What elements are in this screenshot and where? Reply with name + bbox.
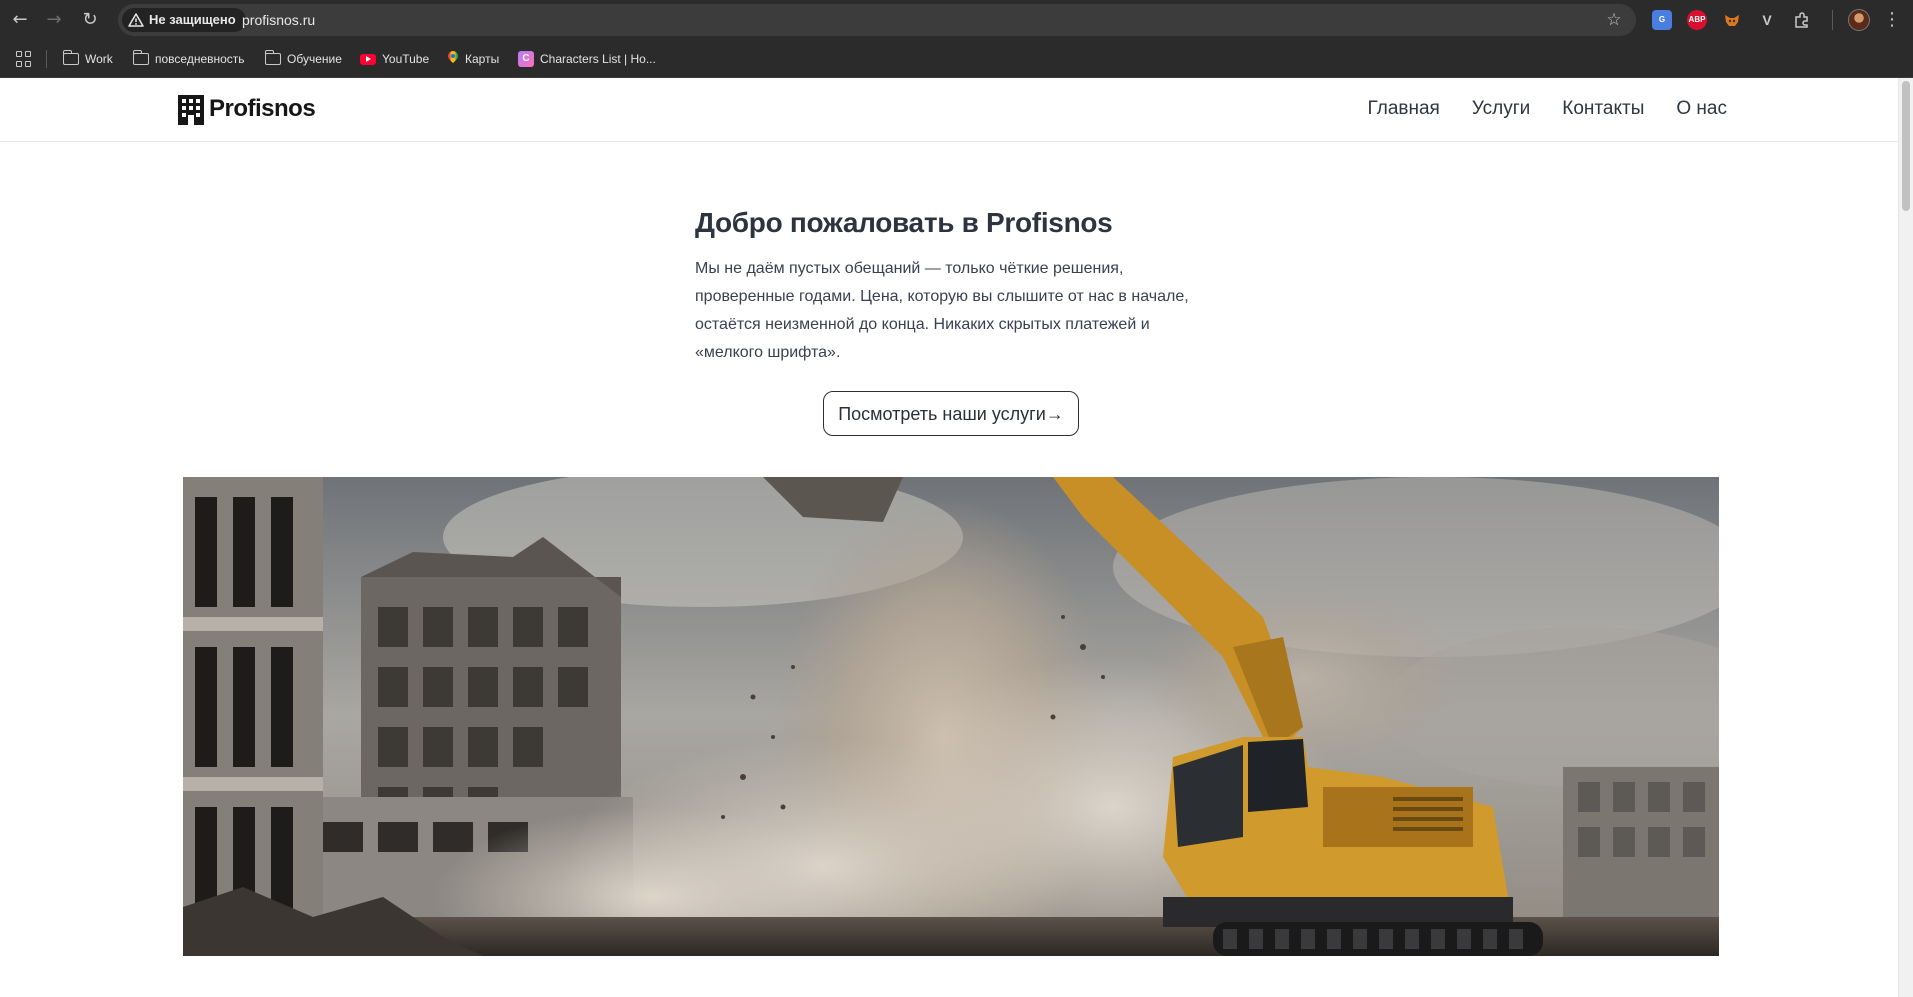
page-scrollbar[interactable] xyxy=(1898,78,1913,997)
hero-title: Добро пожаловать в Profisnos xyxy=(695,207,1113,238)
folder-icon xyxy=(62,50,79,65)
bookmark-star-icon[interactable]: ☆ xyxy=(1604,10,1624,30)
adblock-extension-icon[interactable]: ABP xyxy=(1687,10,1707,30)
folder-icon xyxy=(264,50,281,65)
bookmark-povsednevnost[interactable]: повседневность xyxy=(132,48,245,70)
extensions-puzzle-icon[interactable] xyxy=(1792,10,1812,30)
toolbar-divider xyxy=(1832,10,1833,30)
browser-menu-icon[interactable]: ⋮ xyxy=(1883,8,1901,32)
nav-link-contacts[interactable]: Контакты xyxy=(1562,96,1644,122)
main-nav: Главная Услуги Контакты О нас xyxy=(1368,96,1727,122)
bookmark-obuchenie[interactable]: Обучение xyxy=(264,48,342,70)
logo-text: Profisnos xyxy=(209,95,316,122)
bookmark-label: YouTube xyxy=(382,52,430,66)
vpn-extension-icon[interactable]: V xyxy=(1757,10,1777,30)
hero-section: Добро пожаловать в Profisnos Мы не даём … xyxy=(695,205,1205,367)
address-bar[interactable]: Не защищено profisnos.ru ☆ xyxy=(118,4,1636,36)
url-text[interactable]: profisnos.ru xyxy=(242,4,315,36)
view-services-button[interactable]: Посмотреть наши услуги→ xyxy=(823,391,1079,436)
scrollbar-thumb[interactable] xyxy=(1902,81,1910,211)
bookmark-youtube[interactable]: YouTube xyxy=(360,48,429,70)
back-button[interactable]: ← xyxy=(8,8,32,32)
bookmark-label: Карты xyxy=(465,52,500,66)
profile-avatar[interactable] xyxy=(1848,9,1870,31)
bookmark-label: Characters List | Ho... xyxy=(540,52,656,66)
bookmark-label: повседневность xyxy=(155,52,245,66)
security-indicator[interactable]: Не защищено xyxy=(122,8,246,32)
site-header: Profisnos Главная Услуги Контакты О нас xyxy=(0,78,1898,142)
folder-icon xyxy=(132,50,149,65)
hero-image xyxy=(183,477,1719,956)
translate-extension-icon[interactable]: G xyxy=(1652,10,1672,30)
bookmark-label: Обучение xyxy=(287,52,342,66)
reload-button[interactable]: ↻ xyxy=(78,8,102,32)
metamask-extension-icon[interactable] xyxy=(1722,10,1742,30)
site-logo[interactable]: Profisnos xyxy=(177,93,316,125)
bookmark-work[interactable]: Work xyxy=(62,48,113,70)
characters-icon: C xyxy=(518,51,534,67)
nav-link-home[interactable]: Главная xyxy=(1368,96,1440,122)
nav-link-services[interactable]: Услуги xyxy=(1472,96,1530,122)
demolition-illustration xyxy=(183,477,1719,956)
warning-icon xyxy=(128,13,144,27)
apps-grid-icon[interactable] xyxy=(16,51,32,67)
bookmark-characters-list[interactable]: C Characters List | Ho... xyxy=(518,48,656,70)
building-icon xyxy=(178,95,204,125)
maps-icon xyxy=(447,51,459,67)
bookmarks-divider xyxy=(46,50,47,68)
bookmark-label: Work xyxy=(85,52,113,66)
security-label: Не защищено xyxy=(149,12,236,27)
forward-button[interactable]: → xyxy=(42,8,66,32)
hero-description: Мы не даём пустых обещаний — только чётк… xyxy=(695,260,1189,361)
bookmarks-bar: Work повседневность Обучение YouTube Кар… xyxy=(0,40,1913,78)
page-viewport: Profisnos Главная Услуги Контакты О нас … xyxy=(0,78,1913,997)
youtube-icon xyxy=(360,53,376,65)
bookmark-maps[interactable]: Карты xyxy=(447,48,499,70)
browser-toolbar: ← → ↻ Не защищено profisnos.ru ☆ G ABP V… xyxy=(0,0,1913,40)
nav-link-about[interactable]: О нас xyxy=(1676,96,1727,122)
